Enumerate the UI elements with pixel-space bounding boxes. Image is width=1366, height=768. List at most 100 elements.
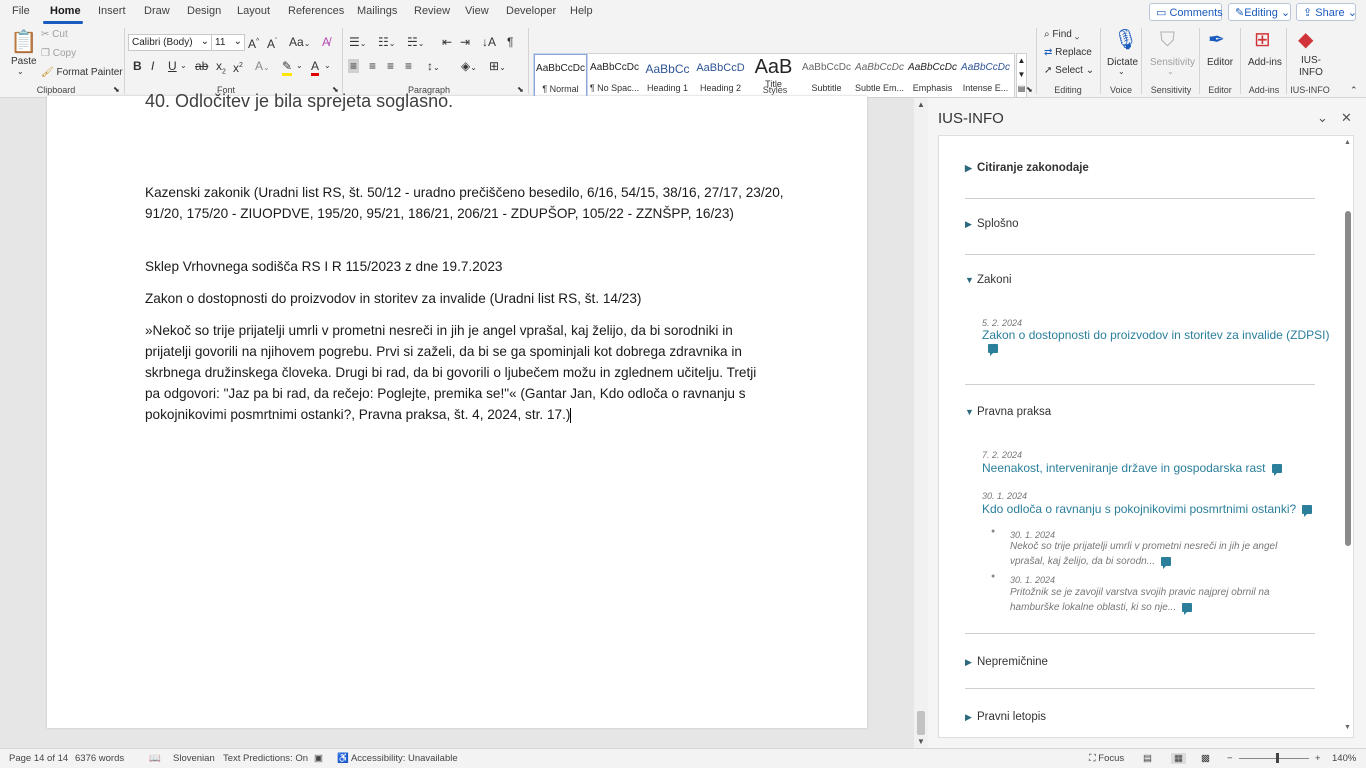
zoom-slider-thumb[interactable] bbox=[1276, 753, 1279, 763]
focus-mode-button[interactable]: ⛶ Focus bbox=[1089, 753, 1124, 764]
subscript-icon[interactable]: x2 bbox=[216, 59, 226, 79]
grow-font-icon[interactable]: A^ bbox=[248, 35, 259, 51]
close-icon[interactable]: ✕ bbox=[1341, 110, 1352, 126]
bullets-icon[interactable]: ☰⌄ bbox=[349, 35, 366, 51]
ius-info-logo-icon[interactable]: ◆ bbox=[1298, 28, 1313, 52]
section-nepremicnine[interactable]: ▶ Nepremičnine bbox=[965, 656, 1048, 668]
chevron-down-icon[interactable]: ⌄ bbox=[1118, 67, 1125, 76]
paste-button[interactable]: Paste bbox=[11, 56, 37, 67]
dialog-launcher-icon[interactable]: ⬊ bbox=[1026, 85, 1033, 94]
ius-info-button-label[interactable]: IUS- bbox=[1301, 55, 1321, 66]
paste-icon[interactable]: 📋 bbox=[10, 29, 37, 55]
comment-icon[interactable] bbox=[1271, 464, 1282, 477]
bold-icon[interactable]: B bbox=[133, 59, 142, 73]
font-name-select[interactable]: Calibri (Body) ⌄ bbox=[128, 34, 212, 51]
numbering-icon[interactable]: ☷⌄ bbox=[378, 35, 395, 51]
ius-info-button-label[interactable]: INFO bbox=[1299, 67, 1323, 78]
scrollbar-thumb[interactable] bbox=[1345, 211, 1351, 546]
scroll-down-icon[interactable]: ▼ bbox=[1344, 724, 1351, 731]
editor-button[interactable]: Editor bbox=[1207, 57, 1233, 68]
link-neenakost[interactable]: Neenakost, interveniranje države in gosp… bbox=[982, 461, 1282, 477]
section-pravna-praksa[interactable]: ▼ Pravna praksa bbox=[965, 406, 1051, 418]
align-right-icon[interactable]: ≡ bbox=[387, 59, 394, 73]
increase-indent-icon[interactable]: ⇥ bbox=[460, 35, 470, 49]
chevron-down-icon[interactable]: ⌄ bbox=[180, 59, 187, 73]
change-case-icon[interactable]: Aa⌄ bbox=[289, 35, 310, 51]
zoom-out-icon[interactable]: − bbox=[1227, 753, 1233, 764]
pane-options-chevron-icon[interactable]: ⌄ bbox=[1317, 110, 1328, 126]
justify-icon[interactable]: ≡ bbox=[405, 59, 412, 73]
proofing-icon[interactable]: 📖 bbox=[149, 753, 161, 764]
comments-button[interactable]: ▭ Comments bbox=[1149, 3, 1223, 21]
editing-mode-button[interactable]: ✎Editing ⌄ bbox=[1228, 3, 1291, 21]
tab-help[interactable]: Help bbox=[570, 5, 593, 17]
tab-mailings[interactable]: Mailings bbox=[357, 5, 397, 17]
read-mode-icon[interactable]: ▤ bbox=[1143, 753, 1152, 764]
chevron-up-icon[interactable]: ▲ bbox=[1018, 56, 1026, 65]
pane-scrollbar[interactable]: ▲ ▼ bbox=[1343, 136, 1353, 737]
snippet-text[interactable]: Pritožnik se je zavojil varstva svojih p… bbox=[1010, 585, 1295, 615]
find-button[interactable]: ⌕ Find ⌄ bbox=[1044, 29, 1079, 40]
align-left-icon[interactable]: ≡ bbox=[348, 59, 360, 73]
borders-icon[interactable]: ⊞⌄ bbox=[489, 59, 506, 75]
comment-icon[interactable] bbox=[1302, 505, 1313, 518]
chevron-down-icon[interactable]: ⌄ bbox=[324, 59, 331, 73]
tab-file[interactable]: File bbox=[12, 5, 30, 17]
decrease-indent-icon[interactable]: ⇤ bbox=[442, 35, 452, 49]
font-color-icon[interactable]: A bbox=[311, 59, 320, 76]
comment-icon[interactable] bbox=[1161, 556, 1172, 569]
accessibility-status[interactable]: ♿ Accessibility: Unavailable bbox=[337, 753, 458, 764]
macro-icon[interactable]: ▣ bbox=[314, 753, 323, 764]
microphone-icon[interactable]: 🎙 bbox=[1113, 28, 1138, 52]
chevron-down-icon[interactable]: ⌄ bbox=[17, 67, 24, 76]
line-spacing-icon[interactable]: ↕⌄ bbox=[427, 59, 440, 75]
scroll-down-icon[interactable]: ▼ bbox=[917, 737, 925, 746]
share-button[interactable]: ⇪ Share ⌄ bbox=[1296, 3, 1357, 21]
tab-view[interactable]: View bbox=[465, 5, 489, 17]
web-layout-icon[interactable]: ▩ bbox=[1201, 753, 1210, 764]
addins-button[interactable]: Add-ins bbox=[1248, 57, 1282, 68]
chevron-down-icon[interactable]: ▼ bbox=[1018, 70, 1026, 79]
replace-button[interactable]: ⇄ Replace bbox=[1044, 47, 1092, 58]
style-subtle-emphasis[interactable]: AaBbCcDc Subtle Em... bbox=[853, 54, 906, 97]
tab-review[interactable]: Review bbox=[414, 5, 450, 17]
comment-icon[interactable] bbox=[982, 342, 998, 356]
tab-design[interactable]: Design bbox=[187, 5, 221, 17]
style-emphasis[interactable]: AaBbCcDc Emphasis bbox=[906, 54, 959, 97]
link-kdo-odloca[interactable]: Kdo odloča o ravnanju s pokojnikovimi po… bbox=[982, 502, 1313, 518]
select-button[interactable]: ➚ Select ⌄ bbox=[1044, 65, 1094, 76]
copy-button[interactable]: ❐ Copy bbox=[41, 48, 76, 59]
multilevel-list-icon[interactable]: ☵⌄ bbox=[407, 35, 424, 51]
chevron-down-icon[interactable]: ⌄ bbox=[296, 59, 303, 73]
underline-icon[interactable]: U bbox=[168, 59, 177, 73]
scrollbar-thumb[interactable] bbox=[917, 711, 925, 735]
highlight-icon[interactable]: ✎ bbox=[282, 59, 293, 76]
superscript-icon[interactable]: x2 bbox=[233, 59, 243, 75]
font-size-select[interactable]: 11 ⌄ bbox=[211, 34, 245, 51]
style-subtitle[interactable]: AaBbCcDc Subtitle bbox=[800, 54, 853, 97]
section-pravni-letopis[interactable]: ▶ Pravni letopis bbox=[965, 711, 1046, 723]
tab-draw[interactable]: Draw bbox=[144, 5, 170, 17]
italic-icon[interactable]: I bbox=[151, 59, 154, 73]
section-citiranje-zakonodaje[interactable]: ▶ Citiranje zakonodaje bbox=[965, 162, 1089, 174]
word-count[interactable]: 6376 words bbox=[75, 753, 124, 764]
sort-icon[interactable]: ↓A bbox=[482, 35, 496, 49]
section-splosno[interactable]: ▶ Splošno bbox=[965, 218, 1019, 230]
section-zakoni[interactable]: ▼ Zakoni bbox=[965, 274, 1012, 286]
shading-icon[interactable]: ◈⌄ bbox=[461, 59, 477, 75]
print-layout-icon[interactable]: ▦ bbox=[1171, 753, 1186, 764]
scroll-up-icon[interactable]: ▲ bbox=[1344, 139, 1351, 146]
cut-button[interactable]: ✂ Cut bbox=[41, 29, 68, 40]
scroll-up-icon[interactable]: ▲ bbox=[917, 100, 925, 109]
align-center-icon[interactable]: ≡ bbox=[369, 59, 376, 73]
more-styles-icon[interactable]: ▤ bbox=[1018, 84, 1026, 93]
tab-developer[interactable]: Developer bbox=[506, 5, 556, 17]
tab-references[interactable]: References bbox=[288, 5, 344, 17]
zoom-in-icon[interactable]: + bbox=[1315, 753, 1321, 764]
show-formatting-marks-icon[interactable]: ¶ bbox=[507, 35, 513, 49]
tab-home[interactable]: Home bbox=[50, 5, 81, 17]
zoom-level[interactable]: 140% bbox=[1332, 753, 1356, 764]
clear-formatting-icon[interactable]: A̸ bbox=[322, 35, 330, 49]
snippet-text[interactable]: Nekoč so trije prijatelji umrli v promet… bbox=[1010, 539, 1295, 569]
document-scrollbar[interactable]: ▲ ▼ bbox=[914, 98, 928, 748]
